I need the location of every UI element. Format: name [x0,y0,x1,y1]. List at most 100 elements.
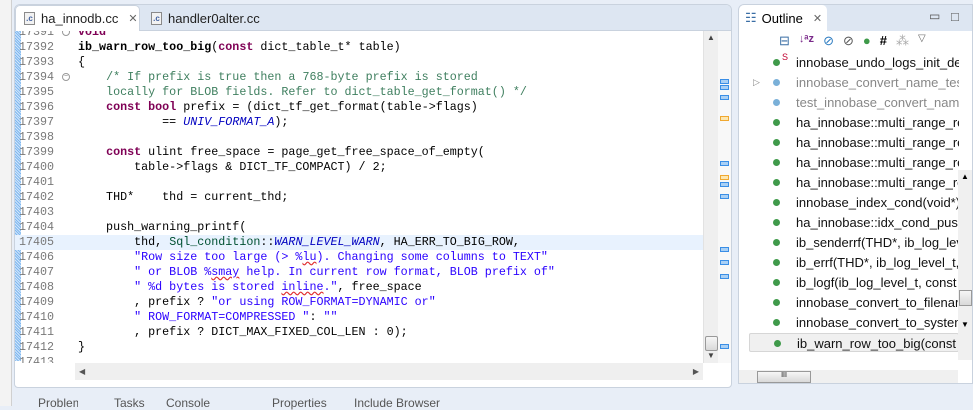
code-line[interactable]: 17410 " ROW_FORMAT=COMPRESSED ": "" [15,310,703,325]
bottom-tab-properties[interactable]: Properties [272,396,347,410]
scroll-down-icon[interactable]: ▼ [961,320,969,329]
tab-outline[interactable]: ☷ Outline ✕ [739,5,827,31]
scroll-up-icon[interactable]: ▲ [961,172,969,181]
code-line[interactable]: 17402 THD* thd = current_thd; [15,190,703,205]
vertical-scrollbar[interactable]: ▲ ▼ [703,31,718,363]
scrollbar-thumb[interactable] [705,336,718,351]
code-token: , prefix ? [78,295,212,309]
outline-item[interactable]: innobase_index_cond(void*) [749,193,959,212]
outline-item[interactable]: ha_innobase::idx_cond_push [749,213,959,232]
outline-item[interactable]: innobase_convert_to_system_charset [749,313,959,332]
code-line[interactable]: 17400 table->flags & DICT_TF_COMPACT) / … [15,160,703,175]
outline-item[interactable]: ib_senderrf(THD*, ib_log_level_t [749,233,959,252]
code-line[interactable]: 17401 [15,175,703,190]
code-line[interactable]: 17392 ib_warn_row_too_big(const dict_tabl… [15,40,703,55]
hide-fields-icon[interactable]: ⊘ [823,33,834,49]
scroll-right-icon[interactable]: ▶ [693,367,699,376]
code-line[interactable]: 17411 , prefix ? DICT_MAX_FIXED_COL_LEN … [15,325,703,340]
group-icon[interactable]: ⁂ [896,33,909,49]
scrollbar-thumb[interactable]: III [757,371,811,383]
horizontal-scrollbar[interactable]: ◀ ▶ [75,363,703,380]
outline-item-label: innobase_convert_to_filename_charset [796,295,959,310]
outline-item[interactable]: ha_innobase::multi_range_read_info_const [749,173,959,192]
code-line[interactable]: 17409 , prefix ? "or using ROW_FORMAT=DY… [15,295,703,310]
outline-vertical-scrollbar[interactable]: ▲ ▼ [958,170,972,360]
scroll-left-icon[interactable]: ◀ [79,367,85,376]
code-line[interactable]: 17403 [15,205,703,220]
occurrence-marker[interactable] [720,194,729,199]
occurrence-marker[interactable] [720,247,729,252]
overview-ruler[interactable] [718,31,731,363]
outline-item[interactable]: ib_warn_row_too_big(const dict_table_t*) [749,333,959,352]
hide-macros-icon[interactable]: # [880,33,887,49]
hide-static-icon[interactable]: ⊘ [843,33,854,49]
function-icon [773,159,780,166]
outline-item[interactable]: ib_logf(ib_log_level_t, const char* [749,273,959,292]
warning-marker[interactable] [720,116,729,121]
hide-nonpublic-icon[interactable]: ● [863,33,871,49]
code-line[interactable]: 17404 push_warning_printf( [15,220,703,235]
bottom-tab-include-browser[interactable]: Include Browser [354,396,444,410]
occurrence-marker[interactable] [720,161,729,166]
code-line[interactable]: 17398 [15,130,703,145]
maximize-icon[interactable]: □ [951,9,959,24]
tab-ha-innodb[interactable]: .c ha_innodb.cc ✕ [15,5,140,31]
outline-icon: ☷ [745,10,757,25]
occurrence-marker[interactable] [720,344,729,349]
code-token: WARN_LEVEL_WARN [274,235,380,249]
code-line[interactable]: 17408 " %d bytes is stored inline.", fre… [15,280,703,295]
code-line[interactable]: 17395 locally for BLOB fields. Refer to … [15,85,703,100]
code-line[interactable]: 17391− void [15,31,703,40]
code-line[interactable]: 17397 == UNIV_FORMAT_A); [15,115,703,130]
scroll-down-icon[interactable]: ▼ [707,351,715,360]
scrollbar-thumb[interactable] [959,290,972,306]
code-line[interactable]: 17394− /* If prefix is true then a 768-b… [15,70,703,85]
inactive-function-icon [773,99,780,106]
tab-handler0alter[interactable]: .c handler0alter.cc [143,5,283,31]
outline-item-label: ib_errf(THD*, ib_log_level_t, ib_uint32_… [796,255,959,270]
sort-icon[interactable]: ↓ᵃz [799,33,814,49]
outline-tab-bar: ☷ Outline ✕ ▭ □ [739,5,972,31]
outline-item[interactable]: ▷ innobase_convert_name_test [749,73,959,92]
close-icon[interactable]: ✕ [813,12,822,25]
outline-horizontal-scrollbar[interactable]: III [739,370,958,383]
code-line[interactable]: 17393 { [15,55,703,70]
code-line[interactable]: 17407 " or BLOB %smay help. In current r… [15,265,703,280]
close-icon[interactable]: ✕ [128,12,137,25]
code-line[interactable]: 17413 [15,355,703,363]
scroll-up-icon[interactable]: ▲ [707,33,715,42]
outline-item[interactable]: Sinnobase_undo_logs_init_default_max [749,53,959,72]
view-menu-icon[interactable]: ▽ [918,33,926,49]
bottom-tab-problems[interactable]: Problems [38,396,78,410]
occurrence-marker[interactable] [720,95,729,100]
bottom-tab-console[interactable]: Console [166,396,236,410]
occurrence-marker[interactable] [720,182,729,187]
code-line[interactable]: 17396 const bool prefix = (dict_tf_get_f… [15,100,703,115]
expand-icon[interactable]: ▷ [753,73,760,92]
bottom-tab-tasks[interactable]: Tasks [114,396,159,410]
occurrence-marker[interactable] [720,85,729,90]
collapse-all-icon[interactable]: ⊟ [779,33,790,49]
code-token: : [309,310,324,324]
code-token: dict_table_t* table) [253,40,401,54]
outline-item[interactable]: innobase_convert_to_filename_charset [749,293,959,312]
code-editor[interactable]: .c ha_innodb.cc ✕ .c handler0alter.cc 17… [14,4,732,388]
occurrence-marker[interactable] [720,274,729,279]
warning-marker[interactable] [720,175,729,180]
code-line[interactable]: 17405 thd, Sql_condition::WARN_LEVEL_WAR… [15,235,703,250]
code-line[interactable]: 17399 const ulint free_space = page_get_… [15,145,703,160]
code-area[interactable]: 17391− void 17392 ib_warn_row_too_big(const… [15,31,703,363]
fold-toggle-icon[interactable]: − [62,73,70,81]
code-line[interactable]: 17412} [15,340,703,355]
occurrence-marker[interactable] [720,260,729,265]
line-number: 17398 [19,130,55,144]
occurrence-marker[interactable] [720,79,729,84]
outline-item[interactable]: ib_errf(THD*, ib_log_level_t, ib_uint32_… [749,253,959,272]
outline-item[interactable]: ha_innobase::multi_range_read_init [749,113,959,132]
minimize-icon[interactable]: ▭ [929,9,940,23]
outline-item[interactable]: test_innobase_convert_name [749,93,959,112]
outline-item[interactable]: ha_innobase::multi_range_read_info [749,153,959,172]
code-line[interactable]: 17406 "Row size too large (> %lu). Chang… [15,250,703,265]
left-panel-edge [0,0,12,406]
outline-item[interactable]: ha_innobase::multi_range_read_next [749,133,959,152]
